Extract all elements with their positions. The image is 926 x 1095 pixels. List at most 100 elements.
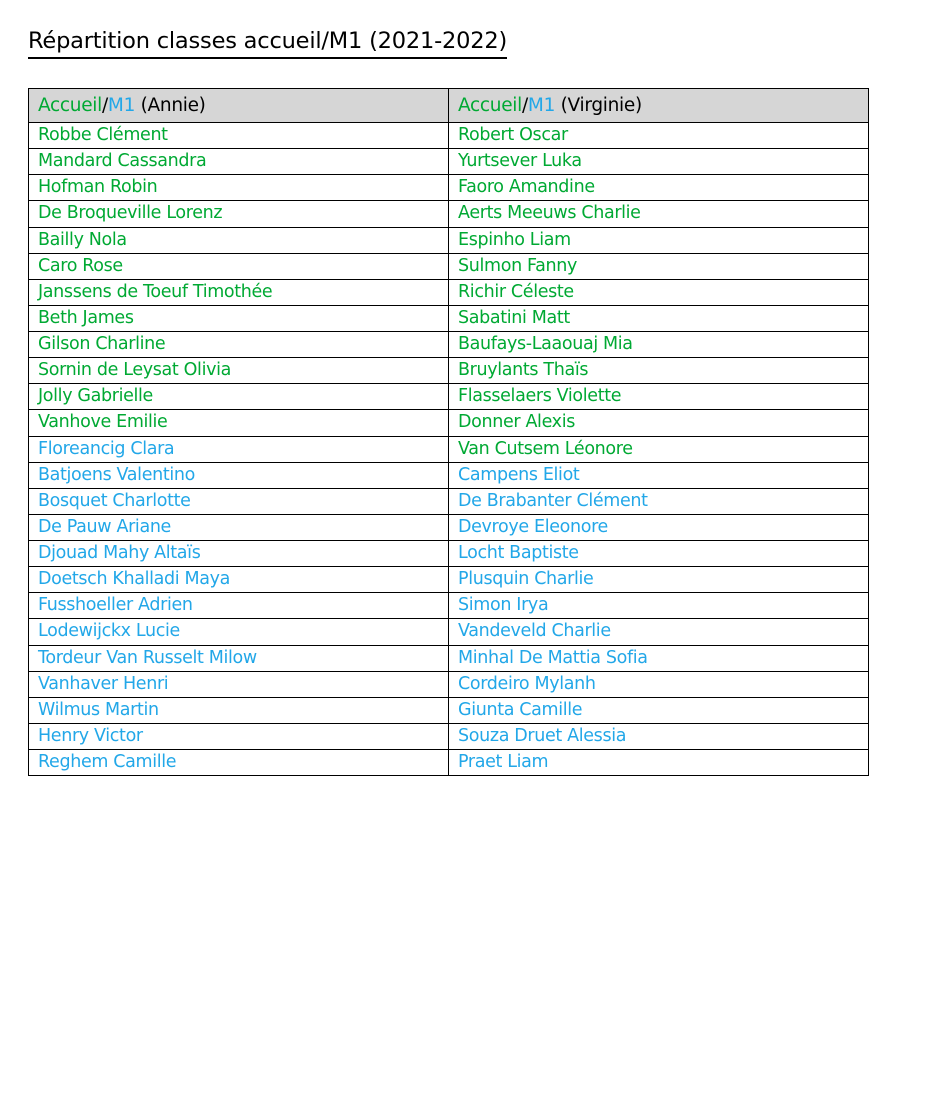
student-name: Doetsch Khalladi Maya — [38, 569, 231, 590]
student-name: Locht Baptiste — [458, 543, 579, 563]
table-row: Reghem Camille Praet Liam — [28, 748, 869, 777]
student-name: Yurtsever Luka — [458, 151, 582, 172]
student-name: Devroye Eleonore — [458, 516, 608, 537]
student-cell: Minhal De Mattia Sofia — [448, 644, 869, 672]
student-cell: Jolly Gabrielle — [28, 383, 449, 411]
student-cell: Gilson Charline — [28, 330, 449, 359]
header-accueil-label-virginie: Accueil — [458, 94, 522, 116]
student-name: Bosquet Charlotte — [38, 490, 191, 511]
student-cell: Mandard Cassandra — [28, 148, 449, 176]
student-cell: Bosquet Charlotte — [28, 487, 449, 515]
student-cell: Donner Alexis — [448, 409, 869, 437]
student-cell: Bailly Nola — [28, 226, 449, 254]
student-cell: Sornin de Leysat Olivia — [28, 357, 449, 385]
student-name: Vandeveld Charlie — [458, 621, 611, 642]
table-row: Gilson Charline Baufays-Laaouaj Mia — [28, 330, 869, 359]
student-name: Flasselaers Violette — [458, 386, 622, 407]
student-cell: Giunta Camille — [448, 696, 869, 724]
student-name: Lodewijckx Lucie — [38, 621, 180, 642]
header-m1-label-annie: M1 — [107, 94, 136, 116]
table-row: Floreancig Clara Van Cutsem Léonore — [28, 435, 869, 463]
student-cell: De Broqueville Lorenz — [28, 200, 449, 228]
document-page: Répartition classes accueil/M1 (2021-202… — [0, 0, 926, 1095]
student-name: Robert Oscar — [458, 125, 568, 145]
table-row: Hofman Robin Faoro Amandine — [28, 174, 869, 202]
student-name: Sabatini Matt — [458, 307, 570, 328]
student-cell: Doetsch Khalladi Maya — [28, 566, 449, 594]
student-cell: De Pauw Ariane — [28, 513, 449, 542]
student-name: De Pauw Ariane — [38, 516, 171, 537]
student-name: Souza Druet Alessia — [458, 725, 627, 746]
student-name: Sulmon Fanny — [458, 255, 577, 276]
student-name: Plusquin Charlie — [458, 569, 594, 590]
table-row: De Broqueville Lorenz Aerts Meeuws Charli… — [28, 200, 869, 228]
student-cell: Caro Rose — [28, 252, 449, 280]
student-name: Djouad Mahy Altaïs — [38, 543, 201, 563]
student-cell: Hofman Robin — [28, 174, 449, 202]
student-cell: Robert Oscar — [448, 121, 869, 150]
student-name: De Broqueville Lorenz — [38, 203, 223, 224]
student-cell: Sulmon Fanny — [448, 252, 869, 280]
table-row: Janssens de Toeuf Timothée Richir Céleste — [28, 278, 869, 306]
student-name: Vanhaver Henri — [38, 673, 169, 694]
student-name: Giunta Camille — [458, 699, 583, 720]
student-name: Mandard Cassandra — [38, 151, 207, 172]
table-row: Beth James Sabatini Matt — [28, 304, 869, 333]
student-name: De Brabanter Clément — [458, 490, 648, 511]
student-name: Aerts Meeuws Charlie — [458, 203, 641, 224]
student-cell: Praet Liam — [448, 748, 869, 777]
student-name: Janssens de Toeuf Timothée — [38, 281, 273, 302]
student-name: Minhal De Mattia Sofia — [458, 647, 648, 668]
header-accueil-label-annie: Accueil — [38, 94, 102, 116]
student-cell: Floreancig Clara — [28, 435, 449, 463]
student-name: Van Cutsem Léonore — [458, 438, 633, 459]
student-name: Baufays-Laaouaj Mia — [458, 334, 633, 354]
table-row: Robbe Clément Robert Oscar — [28, 121, 869, 150]
student-name: Beth James — [38, 307, 134, 328]
student-name: Floreancig Clara — [38, 438, 175, 459]
student-name: Caro Rose — [38, 255, 123, 276]
student-name: Robbe Clément — [38, 125, 168, 145]
table-header: Accueil/M1 (Annie) Accueil/M1 (Virginie) — [28, 88, 869, 123]
student-cell: Vandeveld Charlie — [448, 618, 869, 646]
student-cell: Lodewijckx Lucie — [28, 618, 449, 646]
table-row: Batjoens Valentino Campens Eliot — [28, 461, 869, 489]
student-name: Tordeur Van Russelt Milow — [38, 647, 257, 668]
student-cell: Aerts Meeuws Charlie — [448, 200, 869, 228]
student-cell: Beth James — [28, 304, 449, 333]
student-name: Bailly Nola — [38, 229, 127, 250]
student-name: Hofman Robin — [38, 177, 158, 198]
student-cell: Richir Céleste — [448, 278, 869, 306]
student-cell: Cordeiro Mylanh — [448, 670, 869, 698]
column-header-virginie: Accueil/M1 (Virginie) — [448, 88, 869, 123]
student-cell: Wilmus Martin — [28, 696, 449, 724]
student-cell: Flasselaers Violette — [448, 383, 869, 411]
table-row: De Pauw Ariane Devroye Eleonore — [28, 513, 869, 542]
student-name: Espinho Liam — [458, 229, 571, 250]
table-row: Wilmus Martin Giunta Camille — [28, 696, 869, 724]
student-name: Batjoens Valentino — [38, 464, 195, 485]
table-row: Caro Rose Sulmon Fanny — [28, 252, 869, 280]
student-name: Simon Irya — [458, 595, 549, 616]
student-name: Fusshoeller Adrien — [38, 595, 193, 616]
student-cell: Bruylants Thaïs — [448, 357, 869, 385]
table-row: Djouad Mahy Altaïs Locht Baptiste — [28, 539, 869, 568]
student-cell: Batjoens Valentino — [28, 461, 449, 489]
student-cell: Vanhaver Henri — [28, 670, 449, 698]
student-cell: Sabatini Matt — [448, 304, 869, 333]
student-name: Sornin de Leysat Olivia — [38, 360, 231, 381]
student-cell: Devroye Eleonore — [448, 513, 869, 542]
student-name: Donner Alexis — [458, 412, 575, 433]
header-teacher-virginie: (Virginie) — [560, 94, 643, 116]
table-row: Fusshoeller Adrien Simon Irya — [28, 592, 869, 620]
student-cell: Reghem Camille — [28, 748, 449, 777]
table-row: Bosquet Charlotte De Brabanter Clément — [28, 487, 869, 515]
student-name: Reghem Camille — [38, 752, 177, 772]
table-row: Sornin de Leysat Olivia Bruylants Thaïs — [28, 357, 869, 385]
table-row: Bailly Nola Espinho Liam — [28, 226, 869, 254]
table-row: Doetsch Khalladi Maya Plusquin Charlie — [28, 566, 869, 594]
table-row: Mandard Cassandra Yurtsever Luka — [28, 148, 869, 176]
page-title: Répartition classes accueil/M1 (2021-202… — [28, 28, 507, 59]
table-row: Vanhaver Henri Cordeiro Mylanh — [28, 670, 869, 698]
student-cell: Fusshoeller Adrien — [28, 592, 449, 620]
